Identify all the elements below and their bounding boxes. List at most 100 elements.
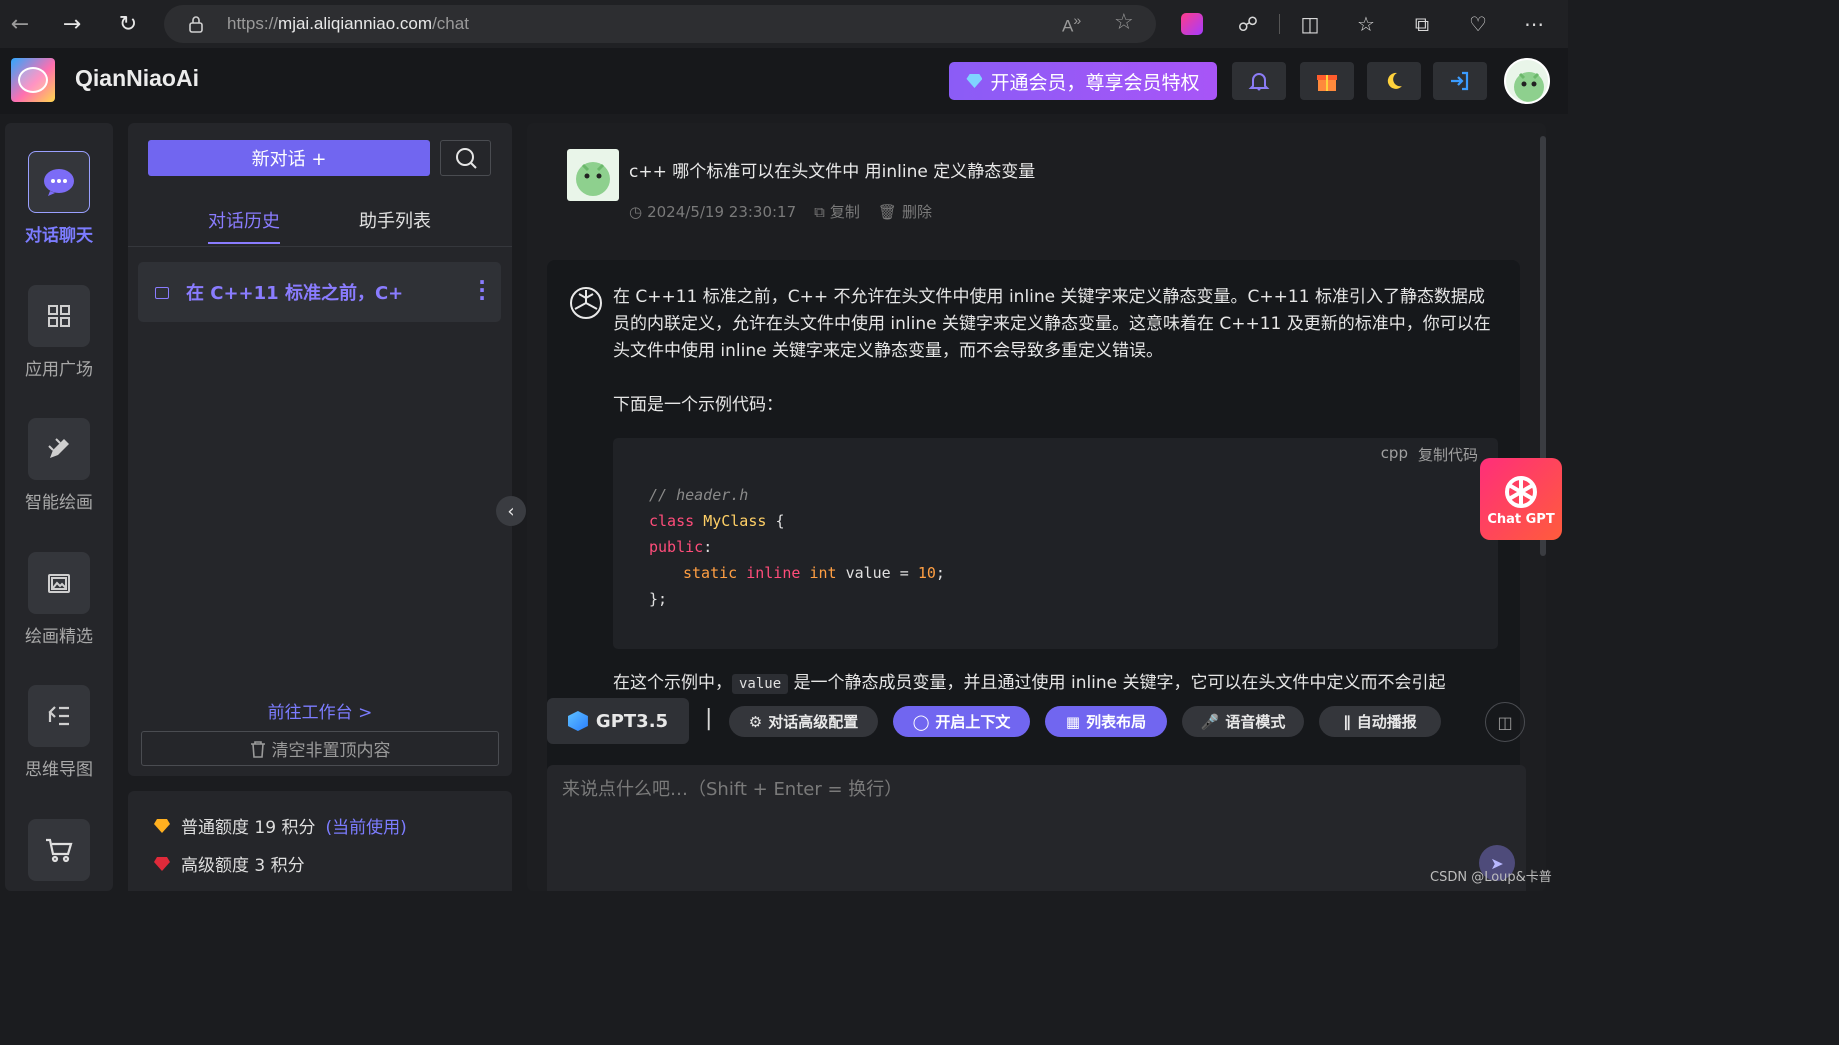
dark-mode-moon-icon[interactable]: [1367, 62, 1421, 100]
login-icon[interactable]: [1433, 62, 1487, 100]
read-aloud-icon[interactable]: A»: [1062, 13, 1081, 37]
clear-broom-icon[interactable]: ◫: [1485, 702, 1525, 742]
timestamp-text: 2024/5/19 23:30:17: [647, 202, 797, 221]
code-block: cpp 复制代码 // header.h class MyClass { pub…: [613, 438, 1498, 649]
ai-paragraph: 下面是一个示例代码：: [613, 395, 783, 415]
chatgpt-float-badge[interactable]: Chat GPT: [1480, 458, 1562, 540]
chat-item-icon: [155, 287, 169, 299]
search-button[interactable]: [440, 140, 491, 176]
context-label: 开启上下文: [935, 713, 1011, 731]
copy-button[interactable]: ⧉ 复制: [814, 201, 860, 222]
rail-item-painting[interactable]: 智能绘画: [5, 418, 113, 513]
float-badge-label: Chat GPT: [1487, 511, 1555, 527]
rail-item-shop[interactable]: [5, 819, 113, 881]
code-line: };: [649, 590, 668, 608]
ai-text: 是一个静态成员变量，并且通过使用 inline 关键字，它可以在头文件中定义而不…: [793, 673, 1446, 693]
context-toggle-button[interactable]: ◯ 开启上下文: [893, 706, 1030, 737]
autoplay-button[interactable]: ∥ 自动播报: [1319, 706, 1441, 737]
ai-paragraph: 在 C++11 标准之前，C++ 不允许在头文件中使用 inline 关键字来定…: [613, 287, 1491, 361]
clear-unpinned-button[interactable]: 清空非置顶内容: [141, 731, 499, 766]
app-header: QianNiaoAi 开通会员，尊享会员特权: [0, 48, 1568, 114]
session-list-item[interactable]: 在 C++11 标准之前，C+ · · ·: [138, 262, 501, 322]
vip-label: 开通会员，尊享会员特权: [990, 71, 1200, 94]
code-line: public:: [649, 534, 945, 560]
forward-icon[interactable]: →: [54, 6, 90, 42]
new-chat-button[interactable]: 新对话 +: [148, 140, 430, 176]
more-vertical-icon[interactable]: · · ·: [477, 272, 487, 308]
rail-label: 应用广场: [25, 360, 93, 380]
rail-label: 绘画精选: [25, 627, 93, 647]
message-input[interactable]: [547, 765, 1526, 891]
openai-logo-icon: [570, 287, 602, 319]
lock-icon: [189, 16, 203, 33]
browser-toolbar: ← → ↻ https://mjai.aliqianniao.com/chat …: [0, 0, 1568, 48]
code-keyword: inline: [746, 564, 801, 582]
inline-code: value: [732, 674, 789, 694]
performance-icon[interactable]: ♡: [1462, 8, 1494, 40]
session-panel: 新对话 + 对话历史 助手列表 在 C++11 标准之前，C+ · · · 前往工作…: [128, 123, 512, 776]
ai-text: 在这个示例中，: [613, 673, 732, 693]
url-text: https://mjai.aliqianniao.com/chat: [227, 14, 469, 34]
paint-icon: [28, 418, 90, 480]
list-layout-button[interactable]: ▦ 列表布局: [1045, 706, 1167, 737]
tab-active-indicator: [208, 242, 280, 244]
favorite-star-icon[interactable]: ☆: [1114, 10, 1134, 35]
code-keyword: public: [649, 538, 704, 556]
code-class-name: MyClass: [703, 512, 767, 530]
extensions-puzzle-icon[interactable]: ☍: [1232, 8, 1264, 40]
app-logo[interactable]: [11, 58, 55, 102]
trash-icon: 🗑: [877, 202, 897, 221]
code-line: class MyClass {: [649, 508, 945, 534]
code-lines: // header.h class MyClass { public: stat…: [649, 482, 945, 612]
user-avatar[interactable]: [1504, 58, 1550, 104]
mindmap-icon: [28, 685, 90, 747]
vip-button[interactable]: 开通会员，尊享会员特权: [949, 62, 1217, 100]
advanced-config-button[interactable]: ⚙ 对话高级配置: [729, 706, 878, 737]
message-avatar: [567, 149, 619, 201]
gear-icon: ⚙: [748, 712, 763, 731]
copy-icon: ⧉: [814, 202, 825, 221]
left-nav-rail: 对话聊天 应用广场 智能绘画 绘画精选 思维导图: [5, 123, 113, 891]
tab-history[interactable]: 对话历史: [208, 207, 280, 233]
delete-button[interactable]: 🗑 删除: [878, 201, 932, 222]
quota-advanced-label: 高级额度 3 积分: [181, 856, 305, 876]
back-icon[interactable]: ←: [2, 6, 38, 42]
url-path: /chat: [432, 14, 469, 33]
more-menu-icon[interactable]: ⋯: [1518, 8, 1550, 40]
notification-bell-icon[interactable]: [1232, 62, 1286, 100]
diamond-icon: [966, 74, 983, 88]
split-screen-icon[interactable]: ◫: [1294, 8, 1326, 40]
quota-panel: 普通额度 19 积分 (当前使用) 高级额度 3 积分: [128, 791, 512, 891]
clock-icon: ◷: [629, 202, 643, 221]
quota-advanced: 高级额度 3 积分: [153, 851, 305, 876]
session-tabs: 对话历史 助手列表: [128, 193, 512, 247]
collections-icon[interactable]: ⧉: [1406, 8, 1438, 40]
user-message: c++ 哪个标准可以在头文件中 用inline 定义静态变量: [629, 162, 1036, 182]
voice-mode-button[interactable]: 🎤 语音模式: [1182, 706, 1304, 737]
search-icon: [455, 148, 477, 169]
reload-icon[interactable]: ↻: [110, 6, 146, 42]
gallery-icon: [28, 552, 90, 614]
rail-item-apps[interactable]: 应用广场: [5, 285, 113, 380]
rail-item-mindmap[interactable]: 思维导图: [5, 685, 113, 780]
rail-item-chat[interactable]: 对话聊天: [5, 151, 113, 246]
rail-item-gallery[interactable]: 绘画精选: [5, 552, 113, 647]
copy-code-button[interactable]: 复制代码: [1418, 444, 1478, 465]
watermark: CSDN @Loup&卡普: [1430, 870, 1552, 885]
model-selector[interactable]: GPT3.5: [547, 698, 689, 744]
url-host: mjai.aliqianniao.com: [278, 14, 433, 33]
url-prefix: https://: [227, 14, 279, 33]
autoplay-label: 自动播报: [1356, 713, 1417, 731]
goto-workspace-link[interactable]: 前往工作台 >: [128, 698, 512, 723]
red-heart-icon: [154, 856, 170, 871]
cube-icon: [567, 711, 588, 731]
collapse-sidebar-icon[interactable]: ‹: [496, 496, 526, 526]
favorites-icon[interactable]: ☆: [1350, 8, 1382, 40]
tab-assistants[interactable]: 助手列表: [359, 207, 431, 233]
message-meta: ◷ 2024/5/19 23:30:17 ⧉ 复制 🗑 删除: [629, 201, 932, 222]
extension-chatgpt-icon[interactable]: [1176, 8, 1208, 40]
gift-icon[interactable]: [1300, 62, 1354, 100]
grid-icon: [28, 285, 90, 347]
code-line: static inline int value = 10;: [649, 560, 945, 586]
address-bar[interactable]: https://mjai.aliqianniao.com/chat A» ☆: [164, 5, 1156, 43]
